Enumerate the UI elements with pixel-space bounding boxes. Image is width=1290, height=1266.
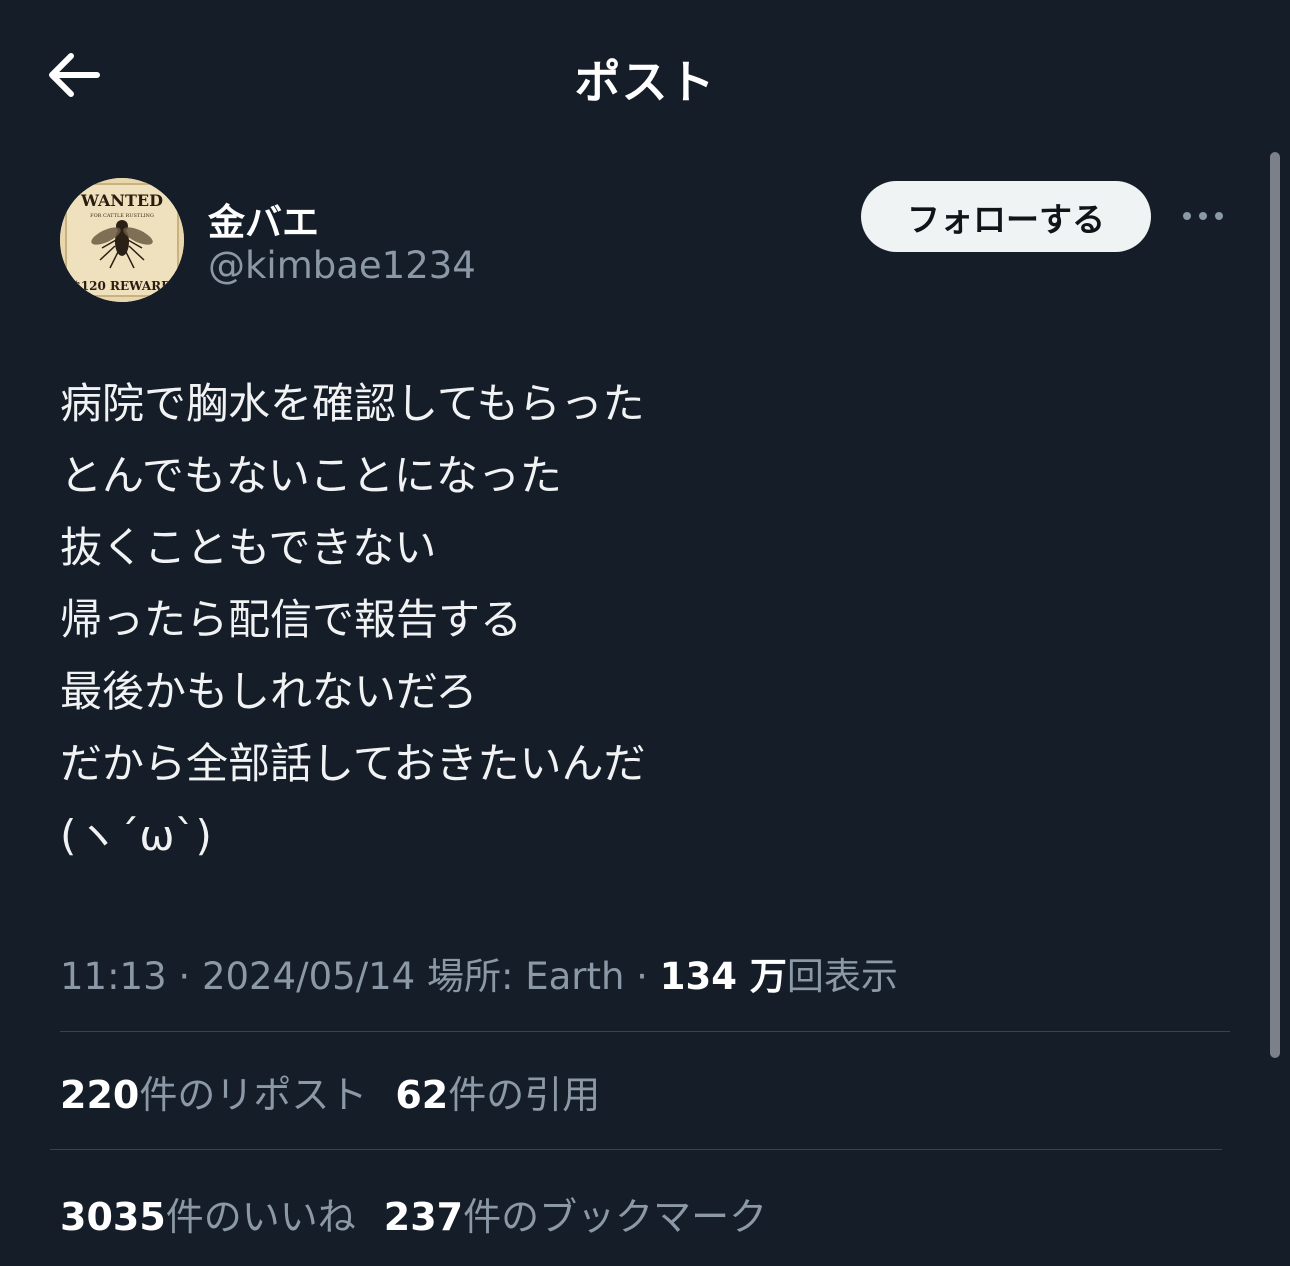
engagement-row-likes: 3035件のいいね 237件のブックマーク: [60, 1186, 795, 1241]
post-text-line: だから全部話しておきたいんだ: [60, 739, 646, 788]
author-name[interactable]: 金バエ: [208, 192, 319, 246]
post-text-line: 帰ったら配信で報告する: [60, 595, 523, 644]
post-text-line: 病院で胸水を確認してもらった: [60, 379, 645, 428]
svg-text:WANTED: WANTED: [80, 191, 163, 210]
post-author: WANTED FOR CATTLE RUSTLING $120 REWARD 金…: [60, 178, 1240, 308]
scrollbar[interactable]: [1270, 152, 1280, 1058]
bookmarks-stat[interactable]: 237件のブックマーク: [384, 1186, 767, 1241]
divider: [60, 1031, 1230, 1032]
post-date[interactable]: 2024/05/14: [202, 955, 415, 998]
quotes-stat[interactable]: 62件の引用: [395, 1064, 600, 1119]
post-metadata: 11:13 · 2024/05/14 場所: Earth · 134 万回表示: [60, 946, 898, 1000]
reposts-label: 件のリポスト: [139, 1073, 368, 1117]
post-time[interactable]: 11:13: [60, 955, 167, 998]
post-text-line: 抜くこともできない: [60, 523, 437, 572]
divider: [50, 1149, 1222, 1150]
svg-text:FOR CATTLE RUSTLING: FOR CATTLE RUSTLING: [90, 213, 154, 219]
reposts-stat[interactable]: 220件のリポスト: [60, 1064, 367, 1119]
post-text: 病院で胸水を確認してもらった とんでもないことになった 抜くこともできない 帰っ…: [60, 368, 1220, 872]
more-options-button[interactable]: [1178, 198, 1228, 234]
views-count: 134 万: [659, 955, 787, 998]
engagement-row-reposts: 220件のリポスト 62件の引用: [60, 1064, 628, 1119]
bookmarks-count: 237: [383, 1195, 464, 1239]
post-text-line: とんでもないことになった: [60, 451, 562, 500]
meta-separator: ·: [166, 955, 202, 998]
meta-separator: ·: [624, 955, 660, 998]
avatar[interactable]: WANTED FOR CATTLE RUSTLING $120 REWARD: [60, 178, 184, 302]
svg-text:$120 REWARD: $120 REWARD: [72, 279, 171, 293]
quotes-label: 件の引用: [448, 1073, 601, 1117]
post-text-line: (ヽ´ω`): [60, 811, 212, 860]
post-location: 場所: Earth: [426, 955, 625, 998]
author-handle[interactable]: @kimbae1234: [208, 244, 476, 287]
quotes-count: 62: [395, 1073, 449, 1117]
page-title: ポスト: [574, 55, 716, 109]
more-horizontal-icon: [1181, 207, 1225, 226]
bookmarks-label: 件のブックマーク: [463, 1195, 768, 1239]
reposts-count: 220: [60, 1073, 140, 1117]
post-text-line: 最後かもしれないだろ: [60, 667, 478, 716]
likes-stat[interactable]: 3035件のいいね: [60, 1186, 356, 1241]
likes-count: 3035: [60, 1195, 166, 1239]
likes-label: 件のいいね: [165, 1195, 356, 1239]
top-bar: ポスト: [0, 0, 1290, 150]
views-label: 回表示: [786, 955, 898, 998]
follow-button[interactable]: フォローする: [861, 181, 1151, 252]
